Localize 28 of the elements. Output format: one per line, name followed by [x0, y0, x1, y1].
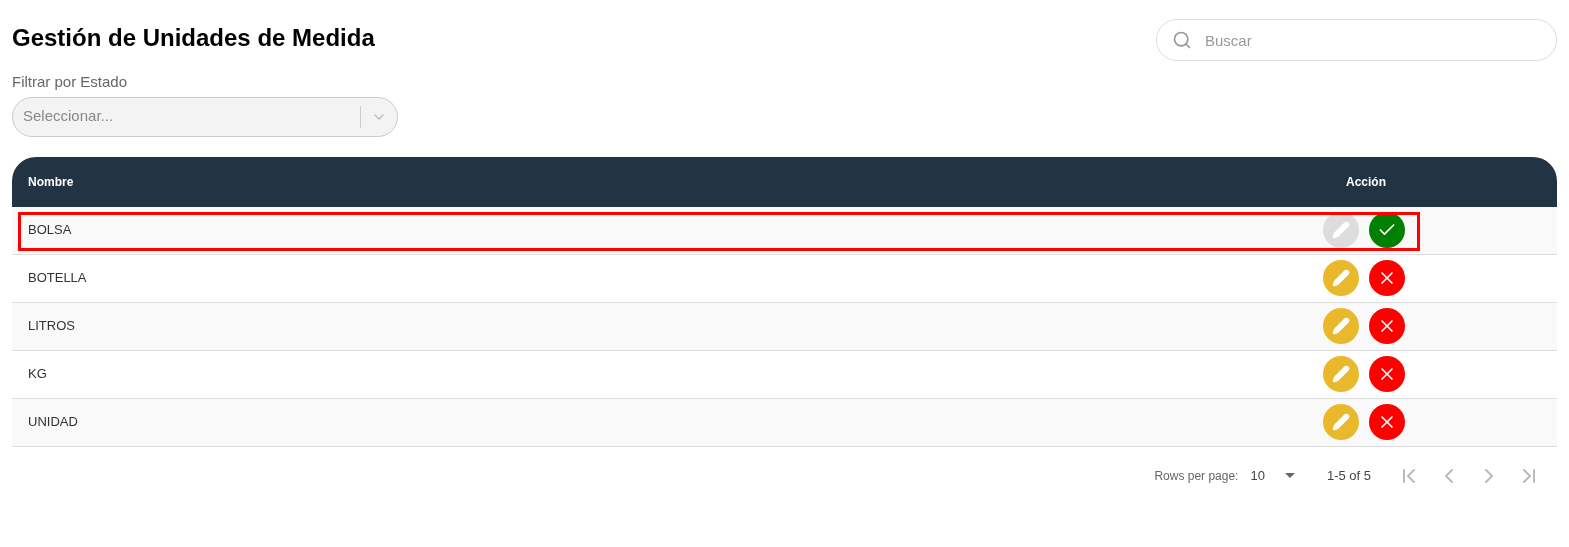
rows-per-page-label: Rows per page:: [1154, 467, 1239, 485]
search-icon: [1172, 30, 1192, 50]
pencil-icon: [1332, 413, 1350, 431]
column-header: Acción: [1345, 173, 1387, 191]
filter-label: Filtrar por Estado: [12, 72, 128, 92]
table-cell-text: KG: [27, 365, 48, 384]
deactivate-button[interactable]: [1369, 356, 1405, 392]
edit-button[interactable]: [1323, 356, 1359, 392]
table-cell-text: BOLSA: [27, 221, 73, 240]
pencil-icon: [1332, 221, 1350, 239]
pencil-icon: [1332, 365, 1350, 383]
page-title: Gestión de Unidades de Medida: [12, 23, 376, 53]
page-range: 1-5 of 5: [1326, 466, 1371, 485]
deactivate-button[interactable]: [1369, 404, 1405, 440]
deactivate-button[interactable]: [1369, 308, 1405, 344]
search-field[interactable]: Buscar: [1156, 19, 1557, 61]
edit-button[interactable]: [1323, 308, 1359, 344]
pencil-icon: [1332, 317, 1350, 335]
caret-icon: [1284, 473, 1295, 478]
table-cell-text: UNIDAD: [27, 413, 79, 432]
table-cell-text: BOTELLA: [27, 269, 88, 288]
edit-button[interactable]: [1323, 260, 1359, 296]
pencil-icon: [1332, 269, 1350, 287]
column-header: Nombre: [27, 173, 75, 191]
rows-per-page-select[interactable]: 10: [1250, 465, 1295, 486]
edit-button[interactable]: [1323, 404, 1359, 440]
table-cell-text: LITROS: [27, 317, 76, 336]
deactivate-button[interactable]: [1369, 260, 1405, 296]
